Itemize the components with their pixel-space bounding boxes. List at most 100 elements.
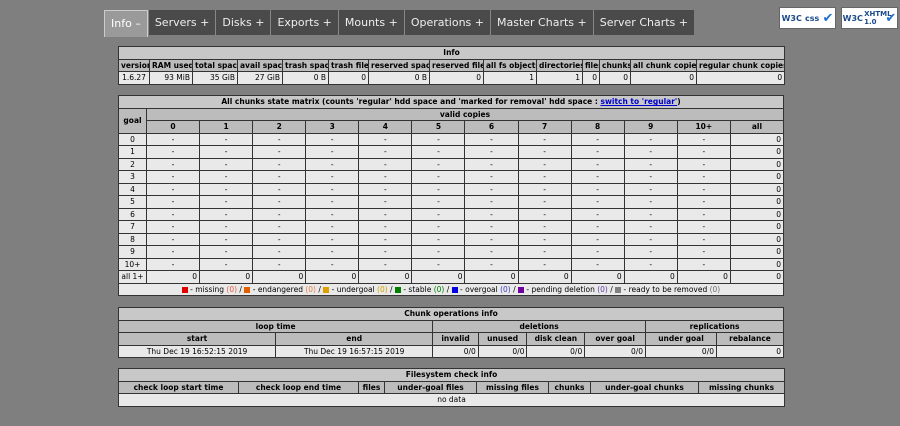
legend-count: (0) xyxy=(597,284,608,294)
matrix-cell: - xyxy=(517,132,572,146)
goal-header: goal xyxy=(118,107,147,134)
matrix-cell: - xyxy=(570,207,625,221)
matrix-cell: - xyxy=(199,182,254,196)
w3c-logo: W3C xyxy=(781,13,802,23)
tab-servers[interactable]: Servers + xyxy=(147,10,216,35)
matrix-cell: - xyxy=(623,170,678,184)
chunkops-title: Chunk operations info xyxy=(118,307,784,321)
matrix-cell: - xyxy=(199,232,254,246)
matrix-cell: - xyxy=(623,257,678,271)
matrix-cell: - xyxy=(517,220,572,234)
tab-info[interactable]: Info – xyxy=(104,10,148,37)
matrix-cell: - xyxy=(358,145,413,159)
fscheck-header: chunks xyxy=(548,380,591,394)
info-header: avail space xyxy=(237,58,283,72)
copies-header: 4 xyxy=(358,120,413,134)
matrix-cell: - xyxy=(517,245,572,259)
matrix-cell: 0 xyxy=(145,270,201,284)
matrix-cell: - xyxy=(252,132,307,146)
chunkops-value: 0/0 xyxy=(477,344,528,358)
fscheck-header: missing chunks xyxy=(697,380,786,394)
matrix-cell: 0 xyxy=(729,145,785,159)
fscheck-header: missing files xyxy=(476,380,549,394)
matrix-title-end: ) xyxy=(677,97,681,107)
copies-header: 8 xyxy=(570,120,625,134)
matrix-cell: - xyxy=(411,257,466,271)
info-value: 35 GiB xyxy=(192,71,238,85)
matrix-cell: - xyxy=(305,145,360,159)
matrix-cell: - xyxy=(305,257,360,271)
matrix-cell: - xyxy=(305,157,360,171)
tab-servercharts[interactable]: Server Charts + xyxy=(592,10,694,35)
tab-mounts[interactable]: Mounts + xyxy=(337,10,404,35)
info-header: all fs objects xyxy=(483,58,537,72)
matrix-cell: - xyxy=(252,257,307,271)
w3c-css-badge[interactable]: W3C css ✔ xyxy=(779,7,836,29)
matrix-cell: - xyxy=(623,245,678,259)
legend-count: (0) xyxy=(305,284,316,294)
matrix-cell: 0 xyxy=(729,207,785,221)
matrix-cell: - xyxy=(411,207,466,221)
info-header: total space xyxy=(192,58,238,72)
matrix-cell: - xyxy=(570,157,625,171)
matrix-cell: - xyxy=(145,207,201,221)
copies-header: 2 xyxy=(252,120,307,134)
info-value: 1 xyxy=(483,71,537,85)
tab-disks[interactable]: Disks + xyxy=(215,10,271,35)
matrix-row: 3-----------0 xyxy=(118,170,785,184)
matrix-cell: - xyxy=(676,245,731,259)
matrix-cell: - xyxy=(517,170,572,184)
switch-to-regular-link[interactable]: switch to 'regular' xyxy=(600,97,677,106)
matrix-cell: - xyxy=(464,220,519,234)
matrix-cell: - xyxy=(676,232,731,246)
matrix-cell: - xyxy=(517,145,572,159)
tab-exports[interactable]: Exports + xyxy=(270,10,338,35)
matrix-cell: - xyxy=(517,207,572,221)
goal-cell: 6 xyxy=(118,207,147,221)
w3c-logo: W3C xyxy=(842,13,863,23)
matrix-cell: - xyxy=(358,207,413,221)
matrix-row: 9-----------0 xyxy=(118,245,785,259)
info-header: chunks xyxy=(599,58,631,72)
matrix-cell: - xyxy=(517,157,572,171)
chunkops-header: disk clean xyxy=(526,332,586,346)
chunkops-header: unused xyxy=(477,332,528,346)
tab-operations[interactable]: Operations + xyxy=(403,10,490,35)
matrix-cell: - xyxy=(358,257,413,271)
fscheck-header: under-goal files xyxy=(384,380,477,394)
matrix-cell: - xyxy=(358,182,413,196)
matrix-cell: - xyxy=(570,232,625,246)
matrix-row: 2-----------0 xyxy=(118,157,785,171)
copies-header: 3 xyxy=(305,120,360,134)
matrix-cell: - xyxy=(676,220,731,234)
matrix-cell: - xyxy=(570,245,625,259)
chunkops-value: Thu Dec 19 16:52:15 2019 xyxy=(117,344,277,358)
legend-count: (0) xyxy=(500,284,511,294)
w3c-xhtml-badge[interactable]: W3C XHTML 1.0 ✔ xyxy=(841,7,898,29)
matrix-cell: - xyxy=(411,132,466,146)
legend-count: (0) xyxy=(433,284,445,294)
matrix-cell: - xyxy=(252,157,307,171)
matrix-title: All chunks state matrix (counts 'regular… xyxy=(118,95,784,109)
matrix-cell: - xyxy=(570,145,625,159)
matrix-cell: - xyxy=(570,257,625,271)
info-value: 0 xyxy=(630,71,697,85)
badge-text: XHTML 1.0 xyxy=(864,10,892,26)
info-value: 1 xyxy=(536,71,583,85)
matrix-cell: - xyxy=(145,132,201,146)
tab-mastercharts[interactable]: Master Charts + xyxy=(490,10,593,35)
matrix-cell: 0 xyxy=(517,270,572,284)
chunkops-header: under goal xyxy=(645,332,717,346)
filesystem-check-table: Filesystem check info check loop start t… xyxy=(117,368,786,407)
matrix-cell: - xyxy=(570,170,625,184)
replications-group: replications xyxy=(645,319,784,333)
matrix-cell: - xyxy=(676,195,731,209)
matrix-cell: - xyxy=(464,145,519,159)
matrix-cell: - xyxy=(358,157,413,171)
matrix-cell: - xyxy=(464,195,519,209)
matrix-cell: - xyxy=(199,145,254,159)
matrix-cell: - xyxy=(676,170,731,184)
goal-cell: 10+ xyxy=(118,257,147,271)
goal-cell: all 1+ xyxy=(118,270,147,284)
matrix-cell: - xyxy=(411,220,466,234)
